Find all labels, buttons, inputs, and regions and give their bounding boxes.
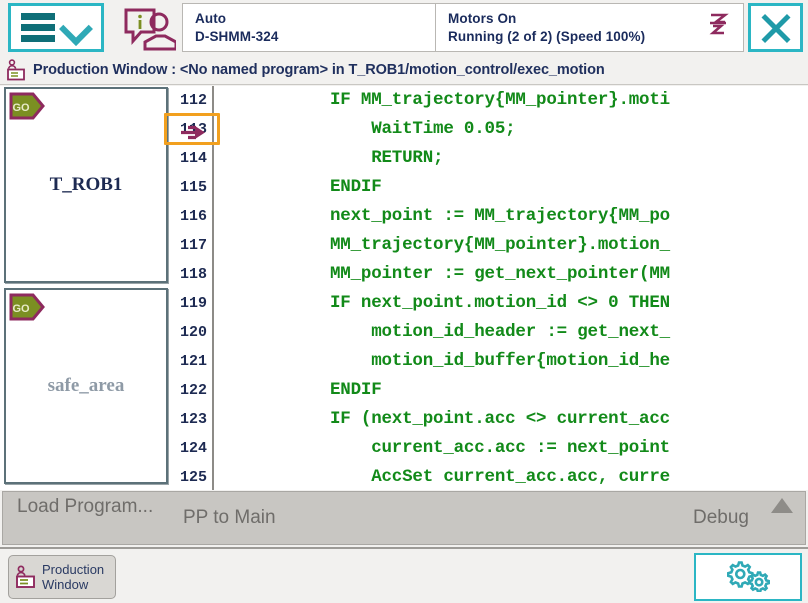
breadcrumb-text: Production Window : <No named program> i… <box>33 62 605 78</box>
program-pointer-icon <box>180 122 206 137</box>
line-number: 117 <box>172 231 212 260</box>
production-window-icon <box>15 565 37 589</box>
line-number: 123 <box>172 405 212 434</box>
program-toolbar: Load Program... PP to Main Debug <box>2 491 806 545</box>
go-badge-icon: GO <box>9 293 45 321</box>
line-number: 118 <box>172 260 212 289</box>
taskbar-item-production-window[interactable]: Production Window <box>8 555 116 599</box>
go-badge-icon: GO <box>9 92 45 120</box>
line-number: 124 <box>172 434 212 463</box>
taskbar: Production Window <box>0 547 808 603</box>
hamburger-icon <box>21 13 55 42</box>
editor-body: GO T_ROB1 GO safe_area 11211311411511611… <box>0 86 808 490</box>
code-line[interactable]: IF next_point.motion_id <> 0 THEN <box>216 289 808 318</box>
debug-button[interactable]: Debug <box>693 506 749 529</box>
gears-quickset-icon <box>721 558 775 597</box>
code-line[interactable]: AccSet current_acc.acc, curre <box>216 463 808 490</box>
line-number-gutter: 1121131141151161171181191201211221231241… <box>172 86 214 490</box>
task-name-label: T_ROB1 <box>6 174 166 196</box>
app-header: Auto D-SHMM-324 Motors On Running (2 of … <box>0 0 808 56</box>
task-panel-t-rob1[interactable]: GO T_ROB1 <box>4 87 168 283</box>
code-line[interactable]: motion_id_header := get_next_ <box>216 318 808 347</box>
status-panel-motors: Motors On Running (2 of 2) (Speed 100%) <box>436 3 744 52</box>
taskbar-item-label: Production Window <box>42 562 115 592</box>
code-line[interactable]: ENDIF <box>216 173 808 202</box>
execution-state: Running (2 of 2) (Speed 100%) <box>448 29 645 44</box>
main-menu-button[interactable] <box>8 3 104 52</box>
code-line[interactable]: IF (next_point.acc <> current_acc <box>216 405 808 434</box>
line-number: 120 <box>172 318 212 347</box>
operating-mode: Auto <box>195 11 279 26</box>
code-line[interactable]: WaitTime 0.05; <box>216 115 808 144</box>
production-window-screen: Auto D-SHMM-324 Motors On Running (2 of … <box>0 0 808 603</box>
info-operator-icon[interactable] <box>120 4 176 52</box>
robot-axis-icon <box>707 12 729 36</box>
production-window-icon <box>6 59 28 81</box>
code-line[interactable]: next_point := MM_trajectory{MM_po <box>216 202 808 231</box>
line-number: 122 <box>172 376 212 405</box>
close-button[interactable] <box>748 3 803 52</box>
svg-text:GO: GO <box>12 102 30 114</box>
close-icon <box>758 10 794 46</box>
code-line[interactable]: ENDIF <box>216 376 808 405</box>
code-line[interactable]: MM_pointer := get_next_pointer(MM <box>216 260 808 289</box>
line-number: 112 <box>172 86 212 115</box>
code-area[interactable]: IF MM_trajectory{MM_pointer}.moti WaitTi… <box>216 86 808 490</box>
code-line[interactable]: motion_id_buffer{motion_id_he <box>216 347 808 376</box>
line-number: 125 <box>172 463 212 492</box>
chevron-down-icon <box>61 15 91 41</box>
code-line[interactable]: current_acc.acc := next_point <box>216 434 808 463</box>
code-line[interactable]: IF MM_trajectory{MM_pointer}.moti <box>216 86 808 115</box>
pp-to-main-button[interactable]: PP to Main <box>183 506 276 529</box>
line-number: 113 <box>172 115 212 144</box>
svg-text:GO: GO <box>12 303 30 315</box>
line-number: 116 <box>172 202 212 231</box>
task-panel-column: GO T_ROB1 GO safe_area <box>0 86 172 490</box>
status-panel-mode: Auto D-SHMM-324 <box>182 3 436 52</box>
triangle-up-icon[interactable] <box>771 498 793 513</box>
task-panel-safe-area[interactable]: GO safe_area <box>4 288 168 484</box>
load-program-button[interactable]: Load Program... <box>17 495 167 518</box>
code-line[interactable]: RETURN; <box>216 144 808 173</box>
task-name-label: safe_area <box>6 375 166 397</box>
line-number: 115 <box>172 173 212 202</box>
line-number: 121 <box>172 347 212 376</box>
motors-state: Motors On <box>448 11 645 26</box>
breadcrumb: Production Window : <No named program> i… <box>0 56 808 85</box>
line-number: 119 <box>172 289 212 318</box>
quickset-button[interactable] <box>694 553 802 601</box>
line-number: 114 <box>172 144 212 173</box>
code-line[interactable]: MM_trajectory{MM_pointer}.motion_ <box>216 231 808 260</box>
controller-name: D-SHMM-324 <box>195 29 279 44</box>
